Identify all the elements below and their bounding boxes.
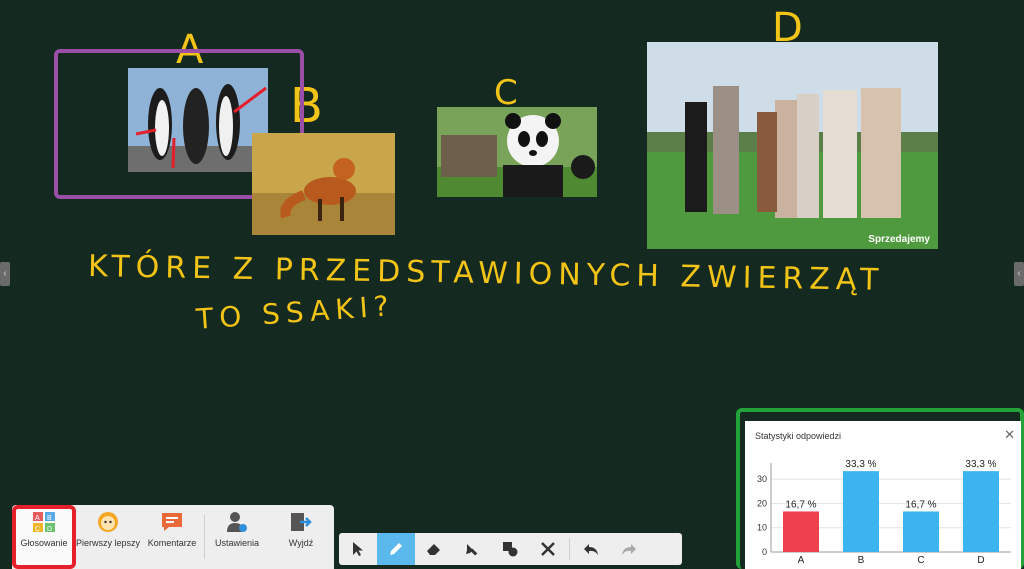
y-tick-label: 20	[757, 498, 767, 508]
question-line-1: KTÓRE Z PRZEDSTAWIONYCH ZWIERZĄT	[87, 249, 885, 298]
svg-text:A: A	[35, 515, 40, 522]
category-label: B	[858, 555, 865, 566]
svg-text:B: B	[47, 515, 52, 522]
category-label: A	[798, 555, 805, 566]
alpacas-photo[interactable]: Sprzedajemy	[647, 42, 938, 249]
menu-label-first-best: Pierwszy lepszy	[76, 538, 141, 548]
y-tick-label: 30	[757, 474, 767, 484]
bar-c	[903, 511, 939, 552]
exit-icon	[289, 511, 313, 533]
menu-label-settings: Ustawienia	[214, 538, 260, 548]
answer-stats-chart: 0 10 20 30 16,7 % A 33,3 % B 16,7 % C 33,3 % D	[757, 459, 1011, 566]
abcd-vote-icon: A B C D	[32, 511, 56, 533]
pen-icon[interactable]	[377, 533, 415, 565]
menu-label-exit: Wyjdź	[288, 538, 314, 548]
category-label: D	[977, 555, 984, 566]
stats-panel: Statystyki odpowiedzi ✕ 0 10 20 30 16,7 % A 33…	[745, 421, 1021, 569]
tools-icon[interactable]	[529, 533, 567, 565]
bar-a	[783, 511, 819, 552]
menu-item-settings[interactable]: Ustawienia	[205, 505, 269, 569]
right-edge-handle[interactable]: ‹	[1014, 262, 1024, 286]
menu-item-exit[interactable]: Wyjdź	[269, 505, 333, 569]
bar-data-label: 33,3 %	[965, 459, 996, 470]
svg-text:D: D	[47, 526, 52, 533]
bar-d	[963, 471, 999, 552]
menu-item-comments[interactable]: Komentarze	[140, 505, 204, 569]
smiley-face-icon	[96, 511, 120, 533]
svg-text:C: C	[35, 526, 40, 533]
eraser-icon[interactable]	[415, 533, 453, 565]
cursor-icon[interactable]	[339, 533, 377, 565]
bar-data-label: 33,3 %	[845, 459, 876, 470]
bar-b	[843, 471, 879, 552]
bar-data-label: 16,7 %	[905, 499, 936, 510]
watermark-text: Sprzedajemy	[868, 234, 930, 245]
user-settings-icon	[225, 511, 249, 533]
menu-item-first-best[interactable]: Pierwszy lepszy	[76, 505, 140, 569]
main-menu-bar: A B C D Głosowanie Pierwszy lepszy Komen…	[12, 505, 334, 569]
y-tick-label: 10	[757, 523, 767, 533]
y-tick-label: 0	[762, 547, 767, 557]
tool-separator	[569, 538, 570, 560]
question-line-2: TO SSAKI?	[195, 289, 396, 336]
bar-data-label: 16,7 %	[785, 499, 816, 510]
fox-photo[interactable]	[252, 133, 395, 235]
panda-photo[interactable]	[437, 107, 597, 197]
shapes-icon[interactable]	[491, 533, 529, 565]
drawing-toolbar	[339, 533, 682, 565]
label-c: C	[494, 73, 518, 113]
category-label: C	[917, 555, 924, 566]
menu-label-comments: Komentarze	[147, 538, 197, 548]
comment-icon	[160, 511, 184, 533]
highlighter-icon[interactable]	[453, 533, 491, 565]
menu-label-voting: Głosowanie	[20, 538, 68, 548]
redo-icon[interactable]	[610, 533, 648, 565]
menu-item-voting[interactable]: A B C D Głosowanie	[12, 505, 76, 569]
undo-icon[interactable]	[572, 533, 610, 565]
left-edge-handle[interactable]: ‹	[0, 262, 10, 286]
